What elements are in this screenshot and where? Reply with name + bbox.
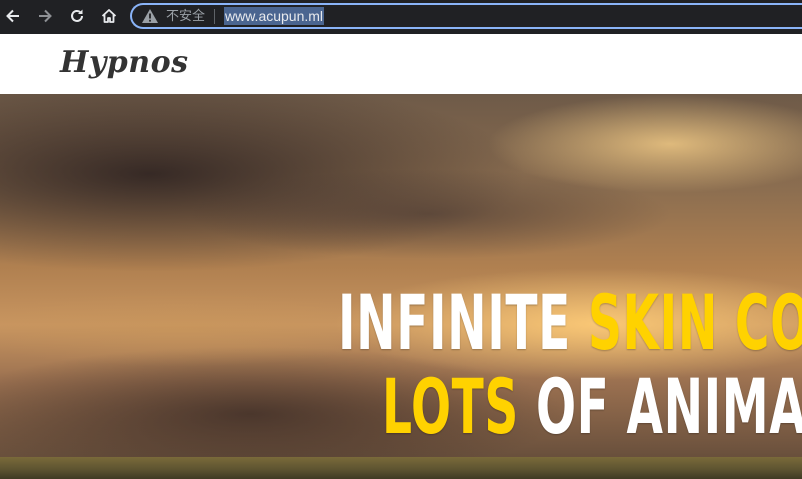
browser-toolbar: 不安全 www.acupun.ml [0, 0, 802, 34]
omnibox-divider [214, 9, 215, 24]
back-button[interactable] [0, 4, 26, 28]
hero-line-2-yellow: LOTS [382, 362, 519, 451]
reload-icon [71, 9, 83, 22]
url-text[interactable]: www.acupun.ml [224, 7, 325, 25]
address-bar[interactable]: 不安全 www.acupun.ml [130, 3, 802, 29]
hero-headline-line-1: INFINITE SKIN COL [338, 283, 802, 363]
warning-icon[interactable] [141, 8, 159, 24]
hero-line-1-yellow: SKIN COL [587, 278, 802, 367]
back-arrow-icon [6, 9, 19, 23]
security-label[interactable]: 不安全 [166, 8, 205, 25]
hero-line-1-white: INFINITE [338, 278, 571, 367]
forward-arrow-icon [39, 9, 52, 23]
ground-strip [0, 457, 802, 479]
site-logo[interactable]: Hypnos [60, 39, 188, 87]
site-header: Hypnos [0, 34, 802, 94]
reload-button[interactable] [64, 4, 90, 28]
home-button[interactable] [96, 4, 122, 28]
home-icon [101, 9, 117, 23]
hero-banner: INFINITE SKIN COL LOTS OF ANIMATIC [0, 94, 802, 479]
hero-headline-line-2: LOTS OF ANIMATIC [382, 367, 802, 447]
hero-line-2-white: OF ANIMATIC [535, 362, 802, 451]
forward-button[interactable] [32, 4, 58, 28]
